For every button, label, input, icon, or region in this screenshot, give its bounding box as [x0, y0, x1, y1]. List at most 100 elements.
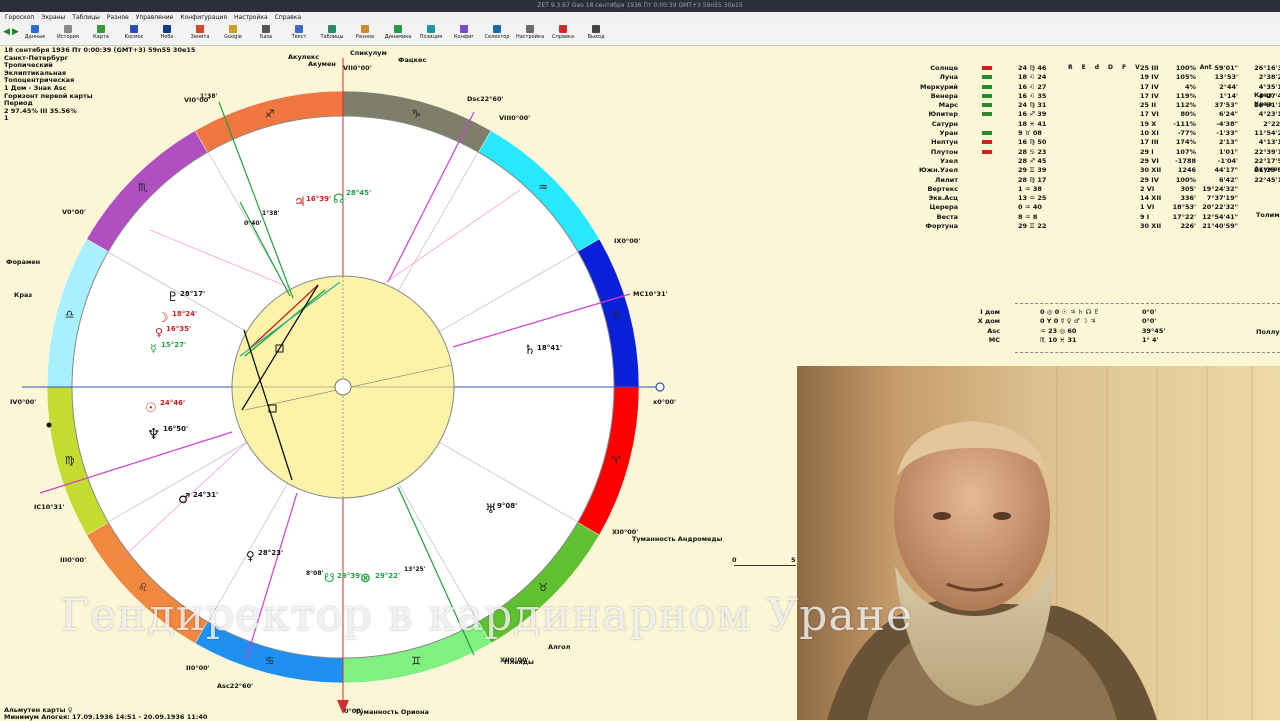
fortune-glyph: ⊗ — [360, 571, 371, 586]
toolbar-button-11[interactable]: Динамика — [383, 24, 413, 44]
svg-text:8°08': 8°08' — [306, 570, 324, 577]
menu-item-2[interactable]: Таблицы — [72, 14, 100, 21]
toolbar-button-13[interactable]: Конфиг — [449, 24, 479, 44]
zodiac-sign-icon: ♎ — [65, 308, 75, 321]
zodiac-sign-icon: ♍ — [65, 454, 75, 467]
strength-bar — [982, 168, 992, 172]
planet-name: Сатурн — [931, 119, 958, 128]
menu-item-6[interactable]: Настройка — [234, 14, 268, 21]
toolbar-button-8[interactable]: Текст — [284, 24, 314, 44]
house-name: MC — [988, 335, 1000, 344]
toolbar-button-label: Справка — [551, 34, 575, 40]
star-andromeda: Туманность Андромеды — [632, 535, 723, 543]
toolbar-button-7[interactable]: База — [251, 24, 281, 44]
center-point — [334, 378, 352, 396]
toolbar-icon — [31, 25, 39, 33]
right-label-tolima: Толима — [1256, 211, 1280, 219]
toolbar-button-12[interactable]: Позиция — [416, 24, 446, 44]
planet-pct: 100% — [1175, 64, 1196, 72]
menu-item-7[interactable]: Справка — [275, 14, 301, 21]
strength-bar — [982, 159, 992, 163]
menu-item-1[interactable]: Экраны — [41, 14, 65, 21]
toolbar-button-17[interactable]: Выход — [581, 24, 611, 44]
node-deg: 28°45' — [346, 189, 371, 197]
toolbar-button-5[interactable]: Зенита — [185, 24, 215, 44]
planet-speed: 1'01" — [1219, 147, 1238, 156]
planet-name: Фортуна — [925, 222, 958, 231]
toolbar-button-label: Настройка — [515, 34, 545, 40]
planet-name: Марс — [938, 101, 958, 110]
toolbar-button-10[interactable]: Разное — [350, 24, 380, 44]
cusp-iii: III0°00' — [60, 556, 87, 564]
toolbar-button-label: Таблицы — [320, 34, 344, 40]
toolbar-button-label: Небо — [160, 34, 174, 40]
pluto-glyph: ♇ — [167, 290, 179, 305]
toolbar-button-1[interactable]: История — [53, 24, 83, 44]
toolbar-icon — [229, 25, 237, 33]
house-deg: 1° 4' — [1142, 335, 1159, 344]
toolbar-button-3[interactable]: Космос — [119, 24, 149, 44]
menu-item-5[interactable]: Конфигурация — [180, 14, 227, 21]
cusp-ic: IC10°31' — [34, 503, 65, 511]
right-label-kraz1: Краз — [1254, 91, 1273, 99]
toolbar-button-4[interactable]: Небо — [152, 24, 182, 44]
planet-name: Луна — [939, 73, 958, 82]
divider — [1015, 303, 1280, 304]
col-d: d — [1094, 64, 1100, 71]
house-name: I дом — [980, 308, 1000, 316]
planet-ant: 2°38'21" — [1258, 73, 1280, 82]
menu-item-3[interactable]: Разное — [107, 14, 129, 21]
uranus-deg: 9°08' — [497, 502, 517, 510]
planet-speed: 6'24" — [1219, 110, 1238, 119]
planet-pct: 336' — [1180, 194, 1196, 203]
planet-pct: 107% — [1175, 147, 1196, 156]
svg-text:1°38': 1°38' — [262, 210, 280, 217]
planet-speed: 6'42" — [1219, 175, 1238, 184]
forward-arrow-icon[interactable]: ▶ — [12, 27, 19, 37]
menu-item-0[interactable]: Гороскоп — [5, 14, 34, 21]
toolbar-button-0[interactable]: Данные — [20, 24, 50, 44]
toolbar-button-16[interactable]: Справка — [548, 24, 578, 44]
planet-pct: 119% — [1175, 91, 1196, 100]
sun-glyph: ☉ — [145, 401, 157, 416]
toolbar-icon — [196, 25, 204, 33]
toolbar-button-9[interactable]: Таблицы — [317, 24, 347, 44]
jupiter-glyph: ♃ — [294, 195, 306, 210]
window-title: ZET 9.3.67 Geo 18 сентября 1936 Пт 0:00:… — [537, 2, 743, 9]
cusp-mc: MC10°31' — [633, 290, 668, 298]
toolbar-icon — [163, 25, 171, 33]
planet-speed: 37'53" — [1214, 101, 1238, 110]
star-orion: Туманность Ориона — [355, 708, 429, 716]
planet-pct: 17°22' — [1172, 212, 1196, 221]
toolbar-button-2[interactable]: Карта — [86, 24, 116, 44]
neptune-glyph: ♆ — [147, 425, 160, 443]
house-values: ♏ 10 ♓ 31 — [1040, 335, 1077, 344]
house-name: Asc — [987, 326, 1000, 335]
strength-bar — [982, 196, 992, 200]
planet-house: 17 IV — [1140, 82, 1159, 91]
planet-house: 25 III — [1140, 64, 1159, 72]
col-f: F — [1122, 64, 1127, 71]
toolbar-icon — [295, 25, 303, 33]
planet-speed: -1'04' — [1217, 156, 1238, 165]
toolbar-icon — [97, 25, 105, 33]
toolbar-button-label: Разное — [355, 34, 375, 40]
cusp-iv: IV0°00' — [10, 398, 37, 406]
toolbar-button-14[interactable]: Селектор — [482, 24, 512, 44]
zodiac-sign-icon: ♒ — [538, 181, 548, 194]
planet-pos: 13 ♒ 25 — [1018, 194, 1047, 203]
planet-pct: 112% — [1175, 101, 1196, 110]
toolbar-button-label: Позиция — [419, 34, 443, 40]
svg-text:13°25': 13°25' — [404, 566, 426, 573]
planet-house: 10 XI — [1140, 129, 1159, 138]
back-arrow-icon[interactable]: ◀ — [3, 27, 10, 37]
planet-speed: -1'33" — [1216, 129, 1238, 138]
toolbar-button-15[interactable]: Настройка — [515, 24, 545, 44]
planet-name: Церера — [929, 203, 958, 212]
toolbar-button-label: Конфиг — [453, 34, 475, 40]
house-deg: 0°0' — [1142, 308, 1157, 316]
planet-name: Венера — [930, 91, 958, 100]
strength-bar — [982, 112, 992, 117]
menu-item-4[interactable]: Управление — [136, 14, 174, 21]
toolbar-button-6[interactable]: Google — [218, 24, 248, 44]
